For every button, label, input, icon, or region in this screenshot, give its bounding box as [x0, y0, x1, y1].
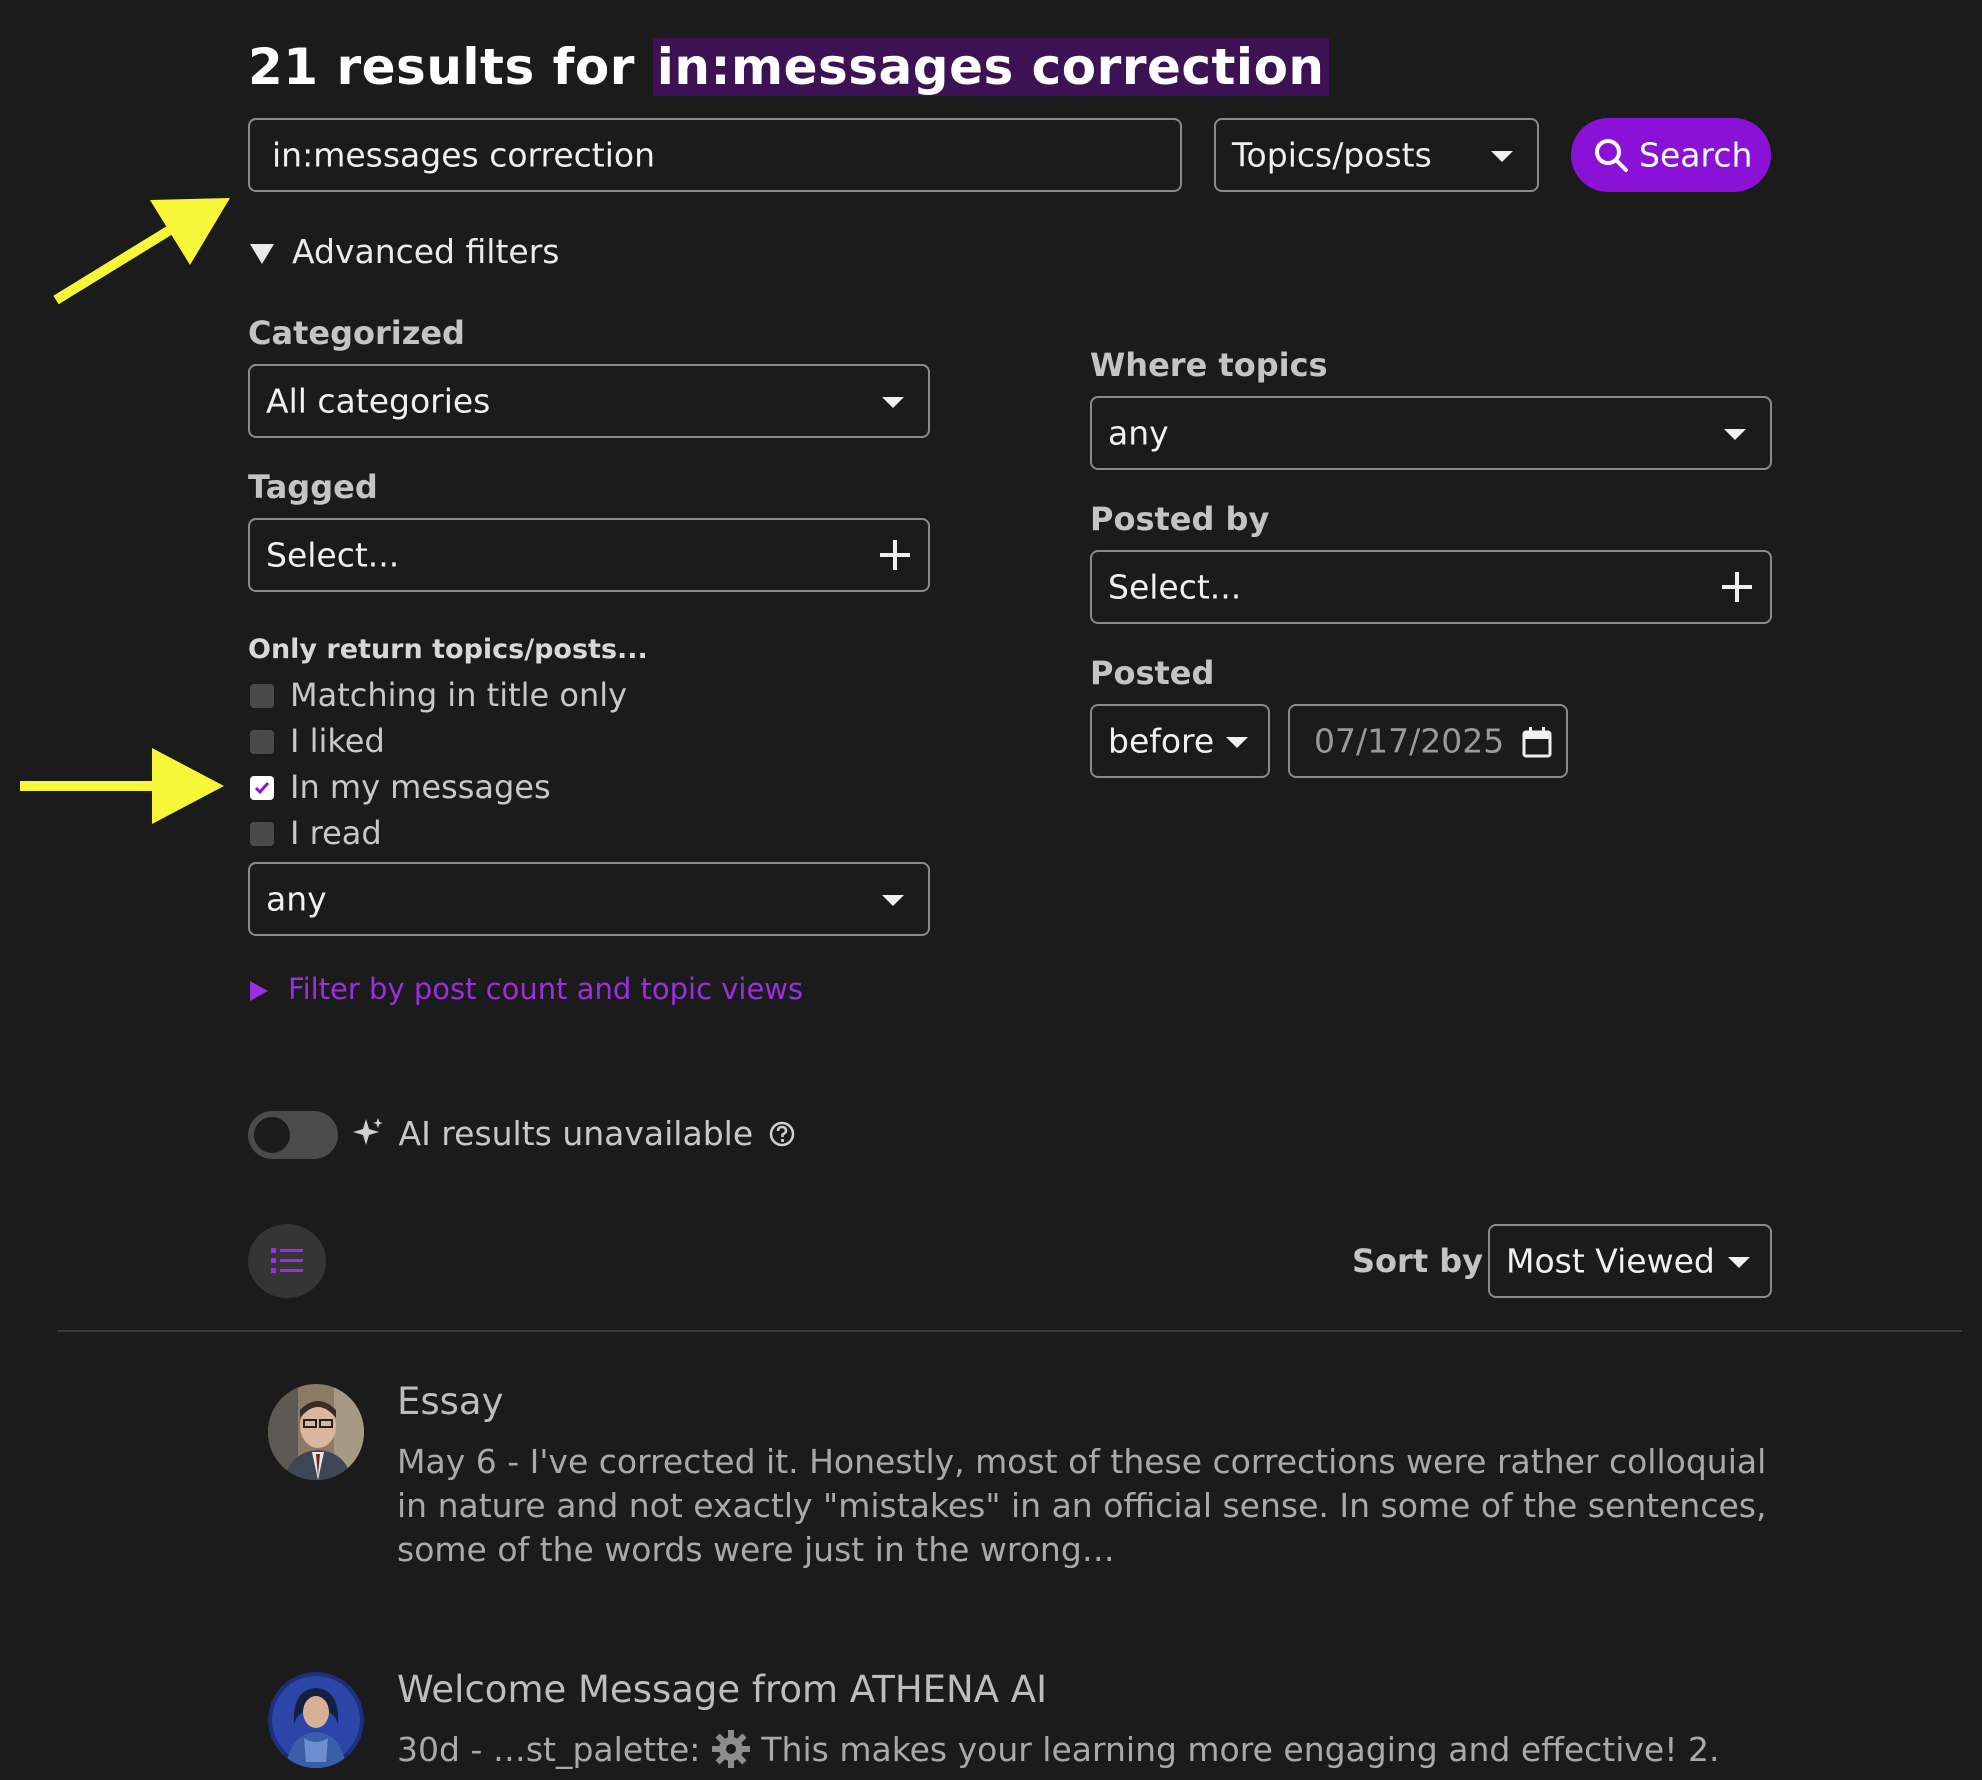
caret-down-icon [882, 397, 904, 408]
caret-down-icon [1226, 737, 1248, 748]
title-query-highlight: in:messages correction [652, 38, 1329, 96]
avatar-portrait-icon [268, 1384, 364, 1480]
checkbox-box[interactable] [250, 822, 274, 846]
search-type-select[interactable]: Topics/posts [1214, 118, 1539, 192]
result-title-link[interactable]: Welcome Message from ATHENA AI [397, 1668, 1047, 1711]
filter-post-count-label: Filter by post count and topic views [288, 972, 804, 1006]
result-blurb: May 6 - I've corrected it. Honestly, mos… [397, 1440, 1797, 1572]
ai-results-status: AI results unavailable [352, 1114, 796, 1153]
list-icon [271, 1248, 303, 1273]
posted-when-select[interactable]: before [1090, 704, 1270, 778]
posted-when-value: before [1108, 721, 1215, 761]
avatar-portrait-icon [268, 1672, 364, 1768]
result-separator: - [459, 1730, 493, 1769]
checkbox-box[interactable] [250, 684, 274, 708]
result-blurb-text: I've corrected it. Honestly, most of the… [397, 1442, 1767, 1569]
search-input[interactable]: in:messages correction [248, 118, 1182, 192]
only-return-label: Only return topics/posts... [248, 634, 648, 665]
calendar-icon[interactable] [1522, 726, 1552, 758]
checkbox-box[interactable] [250, 730, 274, 754]
where-topics-select[interactable]: any [1090, 396, 1772, 470]
tag-select[interactable]: Select... [248, 518, 930, 592]
gear-icon [711, 1730, 750, 1768]
result-blurb-text: This makes your learning more engaging a… [750, 1730, 1720, 1769]
posted-by-placeholder: Select... [1108, 567, 1242, 607]
search-button[interactable]: Search [1571, 118, 1771, 192]
status-select[interactable]: any [248, 862, 930, 936]
where-topics-label: Where topics [1090, 346, 1328, 384]
title-prefix: 21 results for [248, 38, 653, 96]
caret-down-icon [1728, 1257, 1750, 1268]
caret-down-icon [1491, 151, 1513, 162]
posted-date-value: 07/17/2025 [1314, 721, 1505, 761]
result-date: May 6 [397, 1442, 497, 1481]
tag-select-placeholder: Select... [266, 535, 400, 575]
sparkle-icon [353, 1118, 383, 1145]
ai-results-toggle[interactable] [248, 1111, 338, 1159]
ai-results-label: AI results unavailable [398, 1114, 754, 1153]
toggle-knob [254, 1117, 290, 1153]
results-divider [57, 1330, 1962, 1332]
checkmark-icon [254, 782, 270, 795]
advanced-filters-toggle[interactable]: Advanced filters [250, 232, 559, 271]
help-circle-icon[interactable] [768, 1120, 796, 1148]
where-topics-value: any [1108, 413, 1169, 453]
plus-icon [1722, 572, 1752, 602]
result-separator: - [496, 1442, 530, 1481]
annotation-arrow-icon [20, 748, 224, 824]
search-icon [1595, 139, 1628, 172]
posted-label: Posted [1090, 654, 1215, 692]
search-input-value: in:messages correction [272, 135, 656, 175]
checkbox-label: In my messages [290, 768, 551, 806]
posted-by-select[interactable]: Select... [1090, 550, 1772, 624]
result-blurb-text: …st_palette: [492, 1730, 711, 1769]
posted-by-label: Posted by [1090, 500, 1270, 538]
annotation-arrow-icon [53, 198, 230, 305]
triangle-down-icon [250, 243, 274, 264]
search-type-value: Topics/posts [1232, 135, 1432, 175]
categorized-label: Categorized [248, 314, 465, 352]
result-title-link[interactable]: Essay [397, 1380, 504, 1423]
posted-date-input[interactable]: 07/17/2025 [1288, 704, 1568, 778]
caret-down-icon [882, 895, 904, 906]
checkbox-label: I liked [290, 722, 385, 760]
plus-icon [880, 540, 910, 570]
bulk-select-list-button[interactable] [248, 1224, 326, 1298]
checkbox-label: Matching in title only [290, 676, 628, 714]
result-date: 30d [397, 1730, 460, 1769]
sort-by-label: Sort by [1352, 1242, 1484, 1280]
status-select-value: any [266, 879, 327, 919]
avatar[interactable] [268, 1672, 364, 1768]
caret-down-icon [1724, 429, 1746, 440]
search-button-label: Search [1639, 135, 1753, 175]
category-select[interactable]: All categories [248, 364, 930, 438]
category-select-value: All categories [266, 381, 491, 421]
triangle-right-icon [250, 981, 268, 1001]
result-blurb: 30d - …st_palette: This makes your learn… [397, 1728, 1797, 1772]
tagged-label: Tagged [248, 468, 378, 506]
sort-select[interactable]: Most Viewed [1488, 1224, 1772, 1298]
filter-post-count-link[interactable]: Filter by post count and topic views [250, 972, 803, 1006]
page-title: 21 results for in:messages correction [248, 38, 1329, 96]
sort-select-value: Most Viewed [1506, 1241, 1715, 1281]
avatar[interactable] [268, 1384, 364, 1480]
checkbox-box-checked[interactable] [250, 776, 274, 800]
advanced-filters-label: Advanced filters [292, 232, 560, 271]
checkbox-label: I read [290, 814, 382, 852]
